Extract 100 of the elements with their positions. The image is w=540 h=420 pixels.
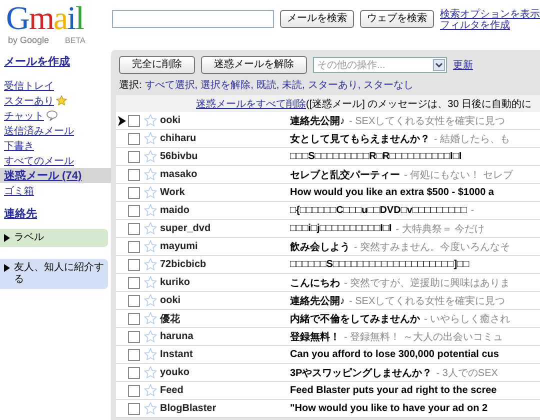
star-icon[interactable] [144, 402, 157, 415]
logo-byline: by Google [7, 35, 50, 45]
checkbox[interactable] [128, 258, 140, 270]
select-link[interactable]: スターあり, [308, 78, 361, 92]
message-row[interactable]: 72bicbicb □□□□□□S□□□□□□□□□□□□□□□□□□□□]□□ [116, 256, 540, 274]
message-snippet: - いやらしく癒され [424, 312, 510, 326]
message-row[interactable]: mayumi 飲み会しよう - 突然すみません。今度いろんなそ [116, 238, 540, 256]
message-row[interactable]: Feed Feed Blaster puts your ad right to the scree [116, 382, 540, 400]
message-snippet: - 何処にもない！ セレブ [404, 168, 513, 182]
message-row[interactable]: masako セレブと乱交パーティー - 何処にもない！ セレブ [116, 166, 540, 184]
contacts-link[interactable]: 連絡先 [4, 206, 37, 221]
nav-item[interactable]: 迷惑メール (74) [0, 168, 111, 183]
checkbox[interactable] [128, 402, 140, 414]
star-icon[interactable] [144, 348, 157, 361]
select-link[interactable]: 既読, [256, 78, 280, 92]
star-icon[interactable] [144, 186, 157, 199]
select-link[interactable]: すべて選択, [144, 78, 198, 92]
star-icon[interactable] [144, 258, 157, 271]
checkbox[interactable] [128, 276, 140, 288]
star-icon[interactable] [144, 276, 157, 289]
message-snippet: - SEXしてくれる女性を確実に見つ [349, 294, 506, 308]
search-button[interactable]: ウェブを検索 [360, 10, 434, 28]
checkbox[interactable] [128, 114, 140, 126]
message-row[interactable]: Instant Can you afford to lose 300,000 potential cus [116, 346, 540, 364]
nav-item[interactable]: 受信トレイ [0, 78, 111, 93]
message-subject: こんにちわ [290, 276, 340, 290]
checkbox[interactable] [128, 168, 140, 180]
checkbox[interactable] [128, 186, 140, 198]
star-icon[interactable] [144, 150, 157, 163]
message-row[interactable]: ooki 連絡先公開♪ - SEXしてくれる女性を確実に見つ [116, 292, 540, 310]
select-link[interactable]: 未読, [282, 78, 305, 92]
nav-item[interactable]: 送信済みメール [0, 123, 111, 138]
checkbox[interactable] [128, 240, 140, 252]
nav-item[interactable]: ゴミ箱 [0, 183, 111, 198]
compose-link[interactable]: メールを作成 [4, 54, 70, 69]
message-subject: "How would you like to have your ad on 2 [290, 403, 488, 414]
select-label: 選択: [119, 79, 142, 92]
refresh-link[interactable]: 更新 [453, 58, 473, 72]
checkbox[interactable] [128, 330, 140, 342]
select-link[interactable]: 選択を解除, [200, 78, 254, 92]
star-icon[interactable] [144, 204, 157, 217]
message-row[interactable]: maido □{□□□□□□C□□□u□□DVD□v□□□□□□□□□ - [116, 202, 540, 220]
message-subject: 登録無料！ [290, 330, 340, 344]
checkbox[interactable] [128, 132, 140, 144]
message-snippet: - 突然すみません。今度いろんなそ [354, 240, 510, 254]
sender-name: kuriko [160, 277, 192, 288]
star-icon[interactable] [144, 168, 157, 181]
message-subject: 内緒で不倫をしてみませんか [290, 312, 420, 326]
sender-name: haruna [160, 331, 194, 342]
message-subject: □{□□□□□□C□□□u□□DVD□v□□□□□□□□□ [290, 205, 467, 216]
message-row[interactable]: kuriko こんにちわ - 突然ですが、逆援助に興味はありま [116, 274, 540, 292]
toolbar-button[interactable]: 完全に削除 [119, 56, 195, 74]
nav-item[interactable]: 下書き [0, 138, 111, 153]
checkbox[interactable] [128, 312, 140, 324]
message-row[interactable]: BlogBlaster "How would you like to have your ad on 2 [116, 400, 540, 418]
sender-name: BlogBlaster [160, 403, 218, 414]
sidebar-panel[interactable]: ラベル [0, 229, 108, 247]
search-button[interactable]: メールを検索 [280, 10, 354, 28]
checkbox[interactable] [128, 366, 140, 378]
nav-item[interactable]: チャット [0, 108, 111, 123]
message-row[interactable]: haruna 登録無料！ - 登録無料！ ～大人の出会いコミュ [116, 328, 540, 346]
message-subject: How would you like an extra $500 - $1000 a [290, 187, 494, 198]
message-row[interactable]: ooki 連絡先公開♪ - SEXしてくれる女性を確実に見つ [116, 112, 540, 130]
message-subject: □□□i□j□□□□□□□□□□I□I [290, 223, 392, 234]
star-icon[interactable] [144, 132, 157, 145]
search-field[interactable] [112, 10, 274, 28]
search-link[interactable]: 検索オプションを表示 [440, 9, 540, 20]
sidebar-panel[interactable]: 友人、知人に紹介する [0, 259, 108, 289]
message-row[interactable]: 56bivbu □□□S□□□□□□□□□R□R□□□□□□□□□□I□I [116, 148, 540, 166]
checkbox[interactable] [128, 294, 140, 306]
select-link[interactable]: スターなし [364, 78, 414, 92]
checkbox[interactable] [128, 384, 140, 396]
message-row[interactable]: Work How would you like an extra $500 - $1000 a [116, 184, 540, 202]
search-link[interactable]: フィルタを作成 [440, 20, 540, 31]
checkbox[interactable] [128, 204, 140, 216]
panel-title: 友人、知人に紹介する [14, 262, 104, 286]
star-icon[interactable] [144, 240, 157, 253]
star-icon[interactable] [144, 312, 157, 325]
message-row[interactable]: youko 3Pやスワッピングしませんか？ - 3人でのSEX [116, 364, 540, 382]
message-subject: □□□□□□S□□□□□□□□□□□□□□□□□□□□]□□ [290, 259, 470, 270]
star-icon[interactable] [144, 114, 157, 127]
toolbar-button[interactable]: 迷惑メールを解除 [201, 56, 307, 74]
star-icon[interactable] [144, 366, 157, 379]
message-row[interactable]: super_dvd □□□i□j□□□□□□□□□□I□I - 大特典祭＝ 今だけ [116, 220, 540, 238]
checkbox[interactable] [128, 222, 140, 234]
nav-item[interactable]: スターあり [0, 93, 111, 108]
sender-name: 優花 [160, 312, 181, 326]
delete-all-spam-link[interactable]: 迷惑メールをすべて削除 [196, 97, 306, 111]
nav-item[interactable]: すべてのメール [0, 153, 111, 168]
star-icon[interactable] [144, 294, 157, 307]
beta-label: BETA [65, 36, 86, 44]
star-icon[interactable] [144, 222, 157, 235]
checkbox[interactable] [128, 150, 140, 162]
triangle-icon [4, 264, 10, 272]
message-row[interactable]: 優花 内緒で不倫をしてみませんか - いやらしく癒され [116, 310, 540, 328]
star-icon[interactable] [144, 330, 157, 343]
checkbox[interactable] [128, 348, 140, 360]
message-subject: □□□S□□□□□□□□□R□R□□□□□□□□□□I□I [290, 151, 462, 162]
star-icon[interactable] [144, 384, 157, 397]
message-row[interactable]: chiharu 女として見てもらえませんか？ - 結婚したら、も [116, 130, 540, 148]
